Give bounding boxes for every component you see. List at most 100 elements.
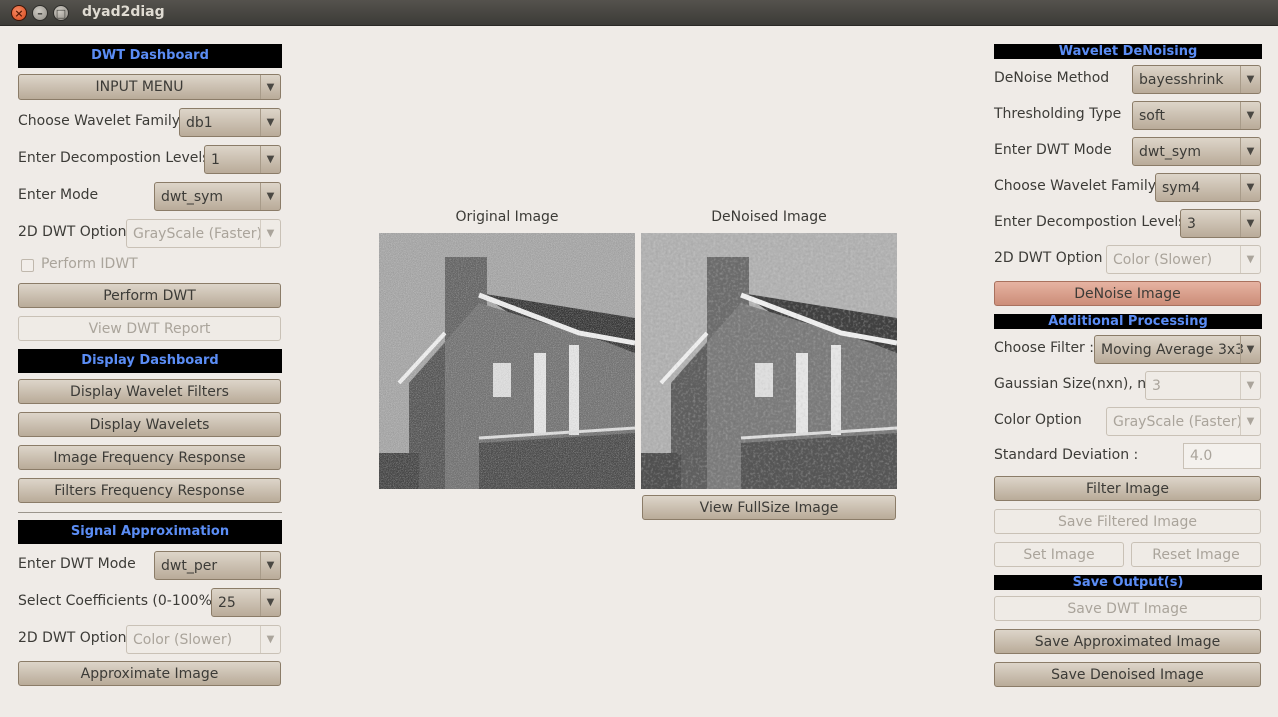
gaussian-size-value: 3	[1152, 377, 1161, 394]
chevron-down-icon: ▼	[1240, 102, 1260, 129]
perform-idwt-label: Perform IDWT	[41, 256, 138, 272]
coefficients-select[interactable]: 25 ▼	[211, 588, 281, 617]
coefficients-label: Select Coefficients (0-100%)	[18, 593, 218, 609]
wavelet-denoising-header: Wavelet DeNoising	[994, 44, 1262, 59]
view-fullsize-button[interactable]: View FullSize Image	[642, 495, 896, 520]
denoised-image	[641, 233, 897, 489]
save-filtered-image-button[interactable]: Save Filtered Image	[994, 509, 1261, 534]
denoised-image-label: DeNoised Image	[711, 209, 827, 225]
denoise-method-select[interactable]: bayesshrink ▼	[1132, 65, 1261, 94]
levels-label: Enter Decompostion Levels	[18, 150, 210, 166]
filters-frequency-response-button[interactable]: Filters Frequency Response	[18, 478, 281, 503]
approx-mode-label: Enter DWT Mode	[18, 556, 136, 572]
denoise-mode-label: Enter DWT Mode	[994, 142, 1112, 158]
denoise-family-select[interactable]: sym4 ▼	[1155, 173, 1261, 202]
approx-option-value: Color (Slower)	[133, 631, 233, 648]
denoise-mode-value: dwt_sym	[1139, 143, 1202, 160]
chevron-down-icon: ▼	[260, 626, 280, 653]
minimize-icon[interactable]: –	[32, 5, 48, 21]
dwt-option-value: GrayScale (Faster)	[133, 225, 263, 242]
approx-mode-select[interactable]: dwt_per ▼	[154, 551, 281, 580]
chevron-down-icon: ▼	[260, 109, 280, 136]
denoise-option-select[interactable]: Color (Slower) ▼	[1106, 245, 1261, 274]
mode-label: Enter Mode	[18, 187, 99, 203]
choose-filter-label: Choose Filter :	[994, 340, 1094, 356]
gaussian-size-select[interactable]: 3 ▼	[1145, 371, 1261, 400]
original-house-picture	[379, 233, 635, 489]
denoise-levels-select[interactable]: 3 ▼	[1180, 209, 1261, 238]
original-image	[379, 233, 635, 489]
color-option-value: GrayScale (Faster)	[1113, 413, 1243, 430]
denoise-method-value: bayesshrink	[1139, 71, 1224, 88]
threshold-type-select[interactable]: soft ▼	[1132, 101, 1261, 130]
std-dev-label: Standard Deviation :	[994, 447, 1139, 463]
view-dwt-report-button[interactable]: View DWT Report	[18, 316, 281, 341]
approximate-image-button[interactable]: Approximate Image	[18, 661, 281, 686]
levels-select[interactable]: 1 ▼	[204, 145, 281, 174]
additional-processing-header: Additional Processing	[994, 314, 1262, 329]
display-wavelet-filters-button[interactable]: Display Wavelet Filters	[18, 379, 281, 404]
perform-idwt-checkbox[interactable]	[21, 259, 34, 272]
denoise-family-value: sym4	[1162, 179, 1201, 196]
set-image-button[interactable]: Set Image	[994, 542, 1124, 567]
approx-option-select[interactable]: Color (Slower) ▼	[126, 625, 281, 654]
input-menu-label: INPUT MENU	[95, 79, 184, 95]
denoise-mode-select[interactable]: dwt_sym ▼	[1132, 137, 1261, 166]
chevron-down-icon: ▼	[1240, 66, 1260, 93]
mode-value: dwt_sym	[161, 188, 224, 205]
chevron-down-icon: ▼	[1240, 138, 1260, 165]
dwt-dashboard-header: DWT Dashboard	[18, 44, 282, 68]
input-menu-dropdown[interactable]: INPUT MENU ▼	[18, 74, 281, 100]
denoised-house-picture	[641, 233, 897, 489]
dwt-option-select[interactable]: GrayScale (Faster) ▼	[126, 219, 281, 248]
chevron-down-icon: ▼	[1240, 246, 1260, 273]
display-dashboard-header: Display Dashboard	[18, 349, 282, 373]
wavelet-family-label: Choose Wavelet Family	[18, 113, 181, 129]
separator	[18, 512, 282, 513]
coefficients-value: 25	[218, 594, 236, 611]
chevron-down-icon: ▼	[260, 589, 280, 616]
threshold-type-label: Thresholding Type	[994, 106, 1122, 122]
maximize-icon[interactable]: □	[53, 5, 69, 21]
wavelet-family-value: db1	[186, 114, 213, 131]
signal-approximation-header: Signal Approximation	[18, 520, 282, 544]
color-option-select[interactable]: GrayScale (Faster) ▼	[1106, 407, 1261, 436]
approx-option-label: 2D DWT Option	[18, 630, 127, 646]
wavelet-family-select[interactable]: db1 ▼	[179, 108, 281, 137]
mode-select[interactable]: dwt_sym ▼	[154, 182, 281, 211]
save-denoised-image-button[interactable]: Save Denoised Image	[994, 662, 1261, 687]
original-image-label: Original Image	[455, 209, 559, 225]
chevron-down-icon: ▼	[1240, 336, 1260, 363]
choose-filter-value: Moving Average 3x3	[1101, 341, 1245, 358]
filter-image-button[interactable]: Filter Image	[994, 476, 1261, 501]
gaussian-size-label: Gaussian Size(nxn), n:	[994, 376, 1151, 392]
chevron-down-icon: ▼	[1240, 408, 1260, 435]
display-wavelets-button[interactable]: Display Wavelets	[18, 412, 281, 437]
denoise-method-label: DeNoise Method	[994, 70, 1110, 86]
dwt-option-label: 2D DWT Option	[18, 224, 127, 240]
std-dev-input[interactable]: 4.0	[1183, 443, 1261, 469]
denoise-levels-label: Enter Decompostion Levels	[994, 214, 1186, 230]
chevron-down-icon: ▼	[260, 552, 280, 579]
choose-filter-select[interactable]: Moving Average 3x3 ▼	[1094, 335, 1261, 364]
chevron-down-icon: ▼	[1240, 372, 1260, 399]
levels-value: 1	[211, 151, 220, 168]
denoise-family-label: Choose Wavelet Family	[994, 178, 1157, 194]
denoise-option-value: Color (Slower)	[1113, 251, 1213, 268]
denoise-image-button[interactable]: DeNoise Image	[994, 281, 1261, 306]
reset-image-button[interactable]: Reset Image	[1131, 542, 1261, 567]
image-frequency-response-button[interactable]: Image Frequency Response	[18, 445, 281, 470]
save-dwt-image-button[interactable]: Save DWT Image	[994, 596, 1261, 621]
save-approximated-image-button[interactable]: Save Approximated Image	[994, 629, 1261, 654]
denoise-option-label: 2D DWT Option	[994, 250, 1103, 266]
denoise-levels-value: 3	[1187, 215, 1196, 232]
perform-dwt-button[interactable]: Perform DWT	[18, 283, 281, 308]
threshold-type-value: soft	[1139, 107, 1166, 124]
chevron-down-icon: ▼	[260, 75, 280, 99]
chevron-down-icon: ▼	[1240, 174, 1260, 201]
window-title: dyad2diag	[82, 4, 165, 20]
save-outputs-header: Save Output(s)	[994, 575, 1262, 590]
approx-mode-value: dwt_per	[161, 557, 218, 574]
chevron-down-icon: ▼	[260, 146, 280, 173]
close-icon[interactable]: ×	[11, 5, 27, 21]
